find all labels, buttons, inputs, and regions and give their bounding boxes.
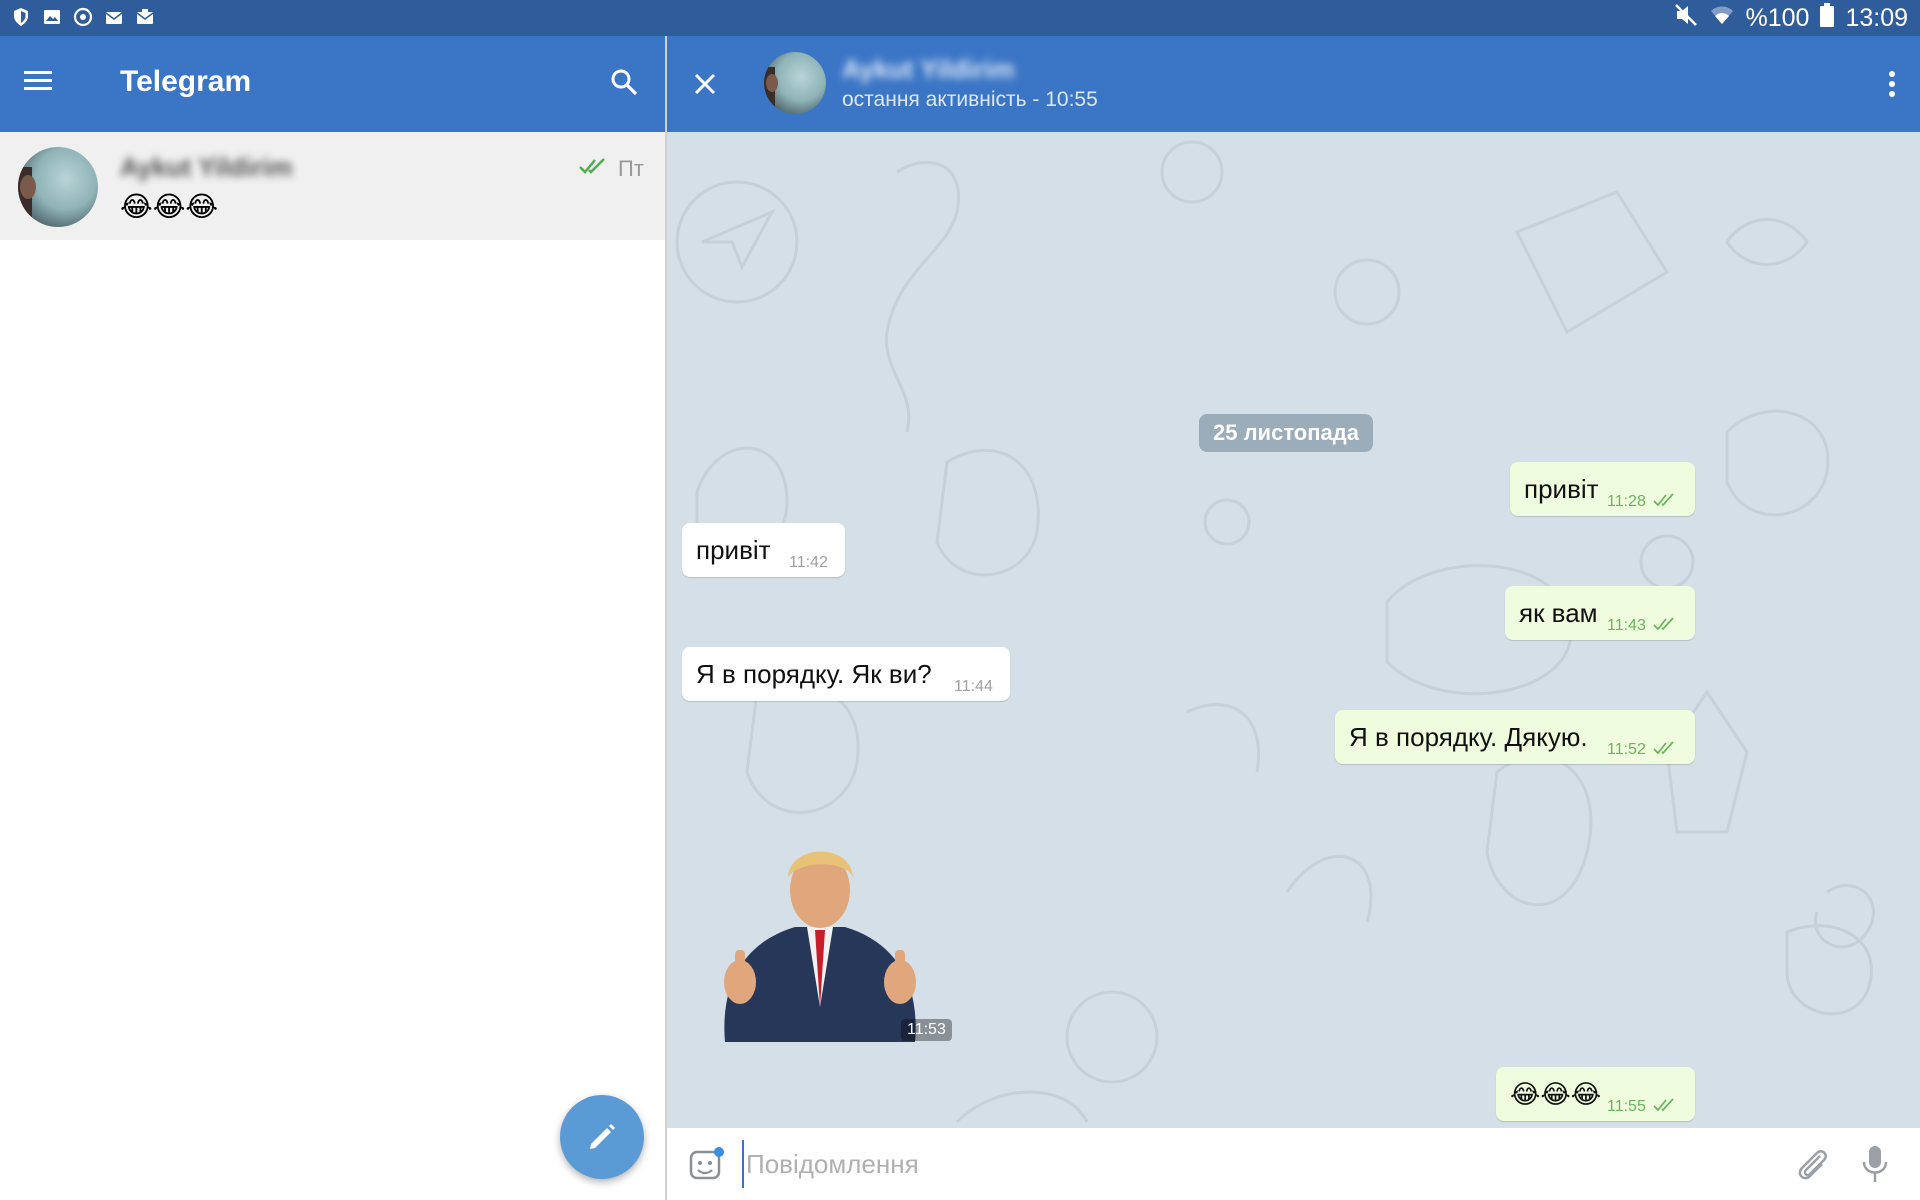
message-time: 11:52 (1607, 741, 1646, 758)
message-text: привіт (1524, 474, 1599, 504)
wifi-icon (1709, 2, 1735, 35)
chat-list: Aykut Yildirim 😂😂😂 Пт (0, 132, 665, 1200)
pencil-icon (590, 1124, 615, 1149)
chat-date: Пт (618, 156, 644, 181)
message-text: привіт (696, 535, 771, 565)
message-text: Я в порядку. Як ви? (696, 659, 932, 689)
chat-list-item[interactable]: Aykut Yildirim 😂😂😂 Пт (0, 132, 665, 240)
microphone-icon[interactable] (1857, 1142, 1893, 1186)
message-time: 11:44 (954, 678, 993, 695)
mail-alt-icon (134, 6, 156, 28)
double-check-icon (1653, 617, 1674, 631)
message-outgoing[interactable]: привіт 11:28 (1510, 462, 1695, 516)
clock: 13:09 (1845, 3, 1908, 32)
contact-avatar[interactable] (764, 52, 826, 114)
battery-percent: %100 (1745, 3, 1810, 32)
message-composer (667, 1128, 1920, 1200)
message-time: 11:43 (1607, 617, 1646, 634)
attach-icon[interactable] (1792, 1144, 1832, 1184)
more-options-icon[interactable] (1880, 66, 1904, 106)
double-check-icon (1653, 493, 1674, 507)
last-seen-status: остання активність - 10:55 (842, 88, 1098, 111)
message-area[interactable]: 25 листопада привіт 11:28 привіт 11:42 я… (667, 132, 1920, 1128)
chat-preview: 😂😂😂 (120, 191, 219, 222)
message-time: 11:53 (901, 1019, 952, 1041)
double-check-icon (578, 156, 610, 176)
sticker-message[interactable] (705, 832, 935, 1047)
message-incoming[interactable]: Я в порядку. Як ви? 11:44 (682, 647, 1010, 701)
chat-name: Aykut Yildirim (120, 152, 293, 182)
message-text: як вам (1519, 598, 1598, 628)
date-divider: 25 листопада (1199, 414, 1373, 452)
double-check-icon (1653, 741, 1674, 755)
sticker-icon[interactable] (687, 1144, 727, 1184)
chat-header: Aykut Yildirim остання активність - 10:5… (667, 36, 1920, 132)
app-title: Telegram (120, 65, 252, 98)
close-icon[interactable] (689, 68, 721, 100)
notification-icons (10, 6, 156, 28)
message-outgoing[interactable]: як вам 11:43 (1505, 586, 1695, 640)
battery-icon (1819, 2, 1835, 35)
message-incoming[interactable]: привіт 11:42 (682, 523, 845, 577)
search-icon[interactable] (608, 66, 648, 106)
image-icon (41, 6, 63, 28)
menu-icon[interactable] (22, 66, 62, 102)
avatar (18, 147, 98, 227)
message-time: 11:42 (789, 554, 828, 571)
new-message-button[interactable] (560, 1095, 644, 1179)
double-check-icon (1653, 1098, 1674, 1112)
message-text: Я в порядку. Дякую. (1349, 722, 1588, 752)
message-outgoing[interactable]: Я в порядку. Дякую. 11:52 (1335, 710, 1695, 764)
contact-name[interactable]: Aykut Yildirim (842, 54, 1014, 85)
message-time: 11:28 (1607, 493, 1646, 510)
mail-icon (103, 6, 125, 28)
mute-icon (1673, 2, 1699, 35)
status-bar: %100 13:09 (0, 0, 1920, 36)
message-text: 😂😂😂 (1510, 1079, 1602, 1109)
message-time: 11:55 (1607, 1098, 1646, 1115)
shield-icon (10, 6, 32, 28)
message-input[interactable] (742, 1140, 1742, 1188)
message-outgoing[interactable]: 😂😂😂 11:55 (1496, 1067, 1695, 1121)
sticker-image (724, 851, 916, 1042)
sync-icon (72, 6, 94, 28)
chat-list-header: Telegram (0, 36, 665, 132)
status-right: %100 13:09 (1673, 2, 1908, 34)
